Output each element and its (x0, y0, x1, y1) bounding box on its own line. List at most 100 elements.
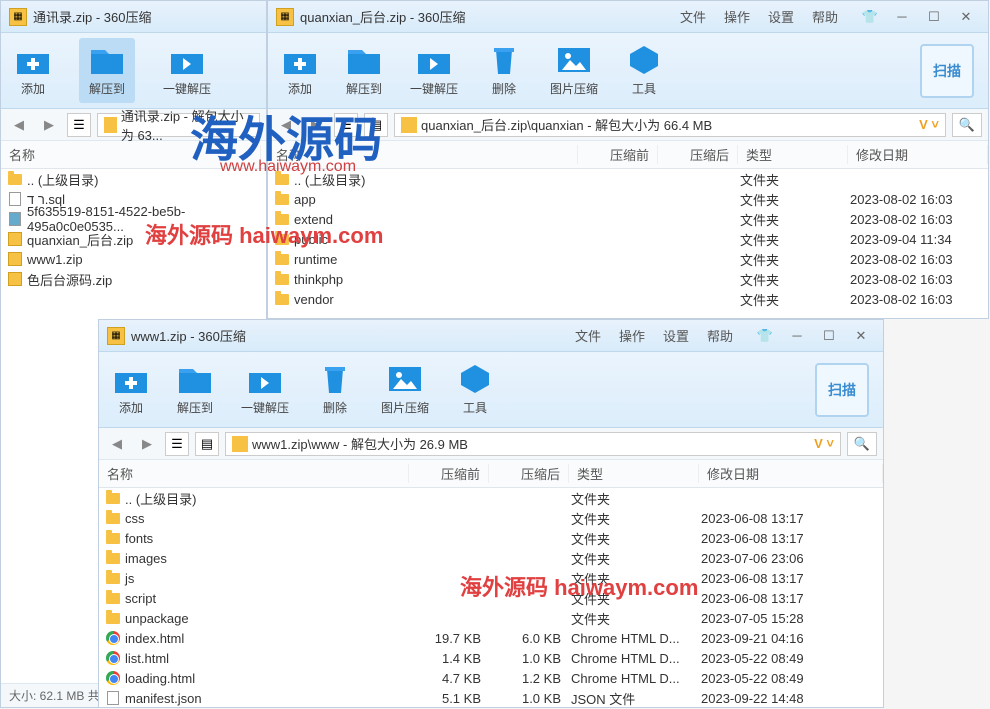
list-item[interactable]: www1.zip (1, 249, 266, 269)
nav-fwd[interactable]: ▶ (135, 432, 159, 456)
tool-button[interactable]: 工具 (457, 363, 493, 416)
extract-button[interactable]: 解压到 (346, 44, 382, 97)
titlebar-c[interactable]: ▦ www1.zip - 360压缩 文件 操作 设置 帮助 👕 ─ ☐ ✕ (99, 320, 883, 352)
list-item[interactable]: app文件夹2023-08-02 16:03 (268, 189, 988, 209)
list-item[interactable]: 5f635519-8151-4522-be5b-495a0c0e0535... (1, 209, 266, 229)
col-name[interactable]: 名称 (99, 464, 409, 483)
window-title: www1.zip - 360压缩 (131, 326, 575, 345)
titlebar-a[interactable]: ▦ 通讯录.zip - 360压缩 (1, 1, 266, 33)
col-type[interactable]: 类型 (738, 145, 848, 164)
maximize-button[interactable]: ☐ (920, 7, 948, 27)
breadcrumb-a[interactable]: 通讯录.zip - 解包大小为 63... (97, 113, 260, 137)
list-item[interactable]: extend文件夹2023-08-02 16:03 (268, 209, 988, 229)
menu-file[interactable]: 文件 (575, 326, 601, 345)
view-list-button[interactable]: ☰ (165, 432, 189, 456)
col-modified[interactable]: 修改日期 (848, 145, 988, 164)
imgcompress-button[interactable]: 图片压缩 (550, 44, 598, 97)
nav-fwd[interactable]: ▶ (37, 113, 61, 137)
view-detail-button[interactable]: ▤ (364, 113, 388, 137)
list-item[interactable]: manifest.json5.1 KB1.0 KBJSON 文件2023-09-… (99, 688, 883, 707)
imgcompress-button[interactable]: 图片压缩 (381, 363, 429, 416)
menu-settings[interactable]: 设置 (663, 326, 689, 345)
col-name[interactable]: 名称 (1, 145, 261, 164)
chevron-down-icon[interactable]: V ˅ (814, 436, 834, 451)
nav-back[interactable]: ◀ (7, 113, 31, 137)
list-item[interactable]: js文件夹2023-06-08 13:17 (99, 568, 883, 588)
maximize-button[interactable]: ☐ (815, 326, 843, 346)
file-name: .. (上级目录) (27, 170, 266, 189)
extract-button[interactable]: 解压到 (177, 363, 213, 416)
nav-back[interactable]: ◀ (274, 113, 298, 137)
list-item[interactable]: fonts文件夹2023-06-08 13:17 (99, 528, 883, 548)
list-item[interactable]: .. (上级目录)文件夹 (99, 488, 883, 508)
extract-button[interactable]: 解压到 (79, 38, 135, 103)
col-name[interactable]: 名称 (268, 145, 578, 164)
nav-back[interactable]: ◀ (105, 432, 129, 456)
menu-op[interactable]: 操作 (724, 7, 750, 26)
breadcrumb-b[interactable]: quanxian_后台.zip\quanxian - 解包大小为 66.4 MB… (394, 113, 946, 137)
col-after[interactable]: 压缩后 (658, 145, 738, 164)
scan-button[interactable]: 扫描 (815, 363, 869, 417)
scan-button[interactable]: 扫描 (920, 44, 974, 98)
minimize-button[interactable]: ─ (888, 7, 916, 27)
list-item[interactable]: script文件夹2023-06-08 13:17 (99, 588, 883, 608)
list-item[interactable]: loading.html4.7 KB1.2 KBChrome HTML D...… (99, 668, 883, 688)
view-list-button[interactable]: ☰ (334, 113, 358, 137)
window-controls: 👕 ─ ☐ ✕ (856, 7, 980, 27)
col-before[interactable]: 压缩前 (409, 464, 489, 483)
add-button[interactable]: 添加 (113, 363, 149, 416)
col-after[interactable]: 压缩后 (489, 464, 569, 483)
list-item[interactable]: css文件夹2023-06-08 13:17 (99, 508, 883, 528)
menu-op[interactable]: 操作 (619, 326, 645, 345)
list-item[interactable]: 色后台源码.zip (1, 269, 266, 289)
close-button[interactable]: ✕ (952, 7, 980, 27)
tool-button[interactable]: 工具 (626, 44, 662, 97)
oneclick-button[interactable]: 一键解压 (163, 44, 211, 97)
file-date: 2023-06-08 13:17 (701, 591, 883, 606)
list-item[interactable]: runtime文件夹2023-08-02 16:03 (268, 249, 988, 269)
list-item[interactable]: .. (上级目录) (1, 169, 266, 189)
menu-settings[interactable]: 设置 (768, 7, 794, 26)
window-c: ▦ www1.zip - 360压缩 文件 操作 设置 帮助 👕 ─ ☐ ✕ 添… (98, 319, 884, 708)
menu-file[interactable]: 文件 (680, 7, 706, 26)
col-type[interactable]: 类型 (569, 464, 699, 483)
list-item[interactable]: quanxian_后台.zip (1, 229, 266, 249)
oneclick-button[interactable]: 一键解压 (410, 44, 458, 97)
file-type: Chrome HTML D... (571, 631, 701, 646)
list-item[interactable]: .. (上级目录)文件夹 (268, 169, 988, 189)
minimize-button[interactable]: ─ (783, 326, 811, 346)
file-type: 文件夹 (571, 569, 701, 588)
titlebar-b[interactable]: ▦ quanxian_后台.zip - 360压缩 文件 操作 设置 帮助 👕 … (268, 1, 988, 33)
menu-help[interactable]: 帮助 (812, 7, 838, 26)
add-button[interactable]: 添加 (15, 44, 51, 97)
search-button[interactable]: 🔍 (952, 113, 982, 137)
chevron-down-icon[interactable]: V ˅ (919, 117, 939, 132)
list-item[interactable]: unpackage文件夹2023-07-05 15:28 (99, 608, 883, 628)
file-name: public (294, 232, 580, 247)
menu-help[interactable]: 帮助 (707, 326, 733, 345)
delete-button[interactable]: 删除 (486, 44, 522, 97)
search-button[interactable]: 🔍 (847, 432, 877, 456)
add-button[interactable]: 添加 (282, 44, 318, 97)
view-detail-button[interactable]: ▤ (195, 432, 219, 456)
col-modified[interactable]: 修改日期 (699, 464, 883, 483)
list-item[interactable]: index.html19.7 KB6.0 KBChrome HTML D...2… (99, 628, 883, 648)
file-date: 2023-06-08 13:17 (701, 531, 883, 546)
list-item[interactable]: thinkphp文件夹2023-08-02 16:03 (268, 269, 988, 289)
close-button[interactable]: ✕ (847, 326, 875, 346)
nav-fwd[interactable]: ▶ (304, 113, 328, 137)
list-item[interactable]: images文件夹2023-07-06 23:06 (99, 548, 883, 568)
list-item[interactable]: vendor文件夹2023-08-02 16:03 (268, 289, 988, 309)
list-item[interactable]: list.html1.4 KB1.0 KBChrome HTML D...202… (99, 648, 883, 668)
skin-button[interactable]: 👕 (751, 326, 779, 346)
list-item[interactable]: public文件夹2023-09-04 11:34 (268, 229, 988, 249)
file-date: 2023-06-08 13:17 (701, 511, 883, 526)
file-type: 文件夹 (571, 529, 701, 548)
skin-button[interactable]: 👕 (856, 7, 884, 27)
file-list-c: .. (上级目录)文件夹css文件夹2023-06-08 13:17fonts文… (99, 488, 883, 707)
delete-button[interactable]: 删除 (317, 363, 353, 416)
col-before[interactable]: 压缩前 (578, 145, 658, 164)
oneclick-button[interactable]: 一键解压 (241, 363, 289, 416)
view-list-button[interactable]: ☰ (67, 113, 91, 137)
breadcrumb-c[interactable]: www1.zip\www - 解包大小为 26.9 MB V ˅ (225, 432, 841, 456)
